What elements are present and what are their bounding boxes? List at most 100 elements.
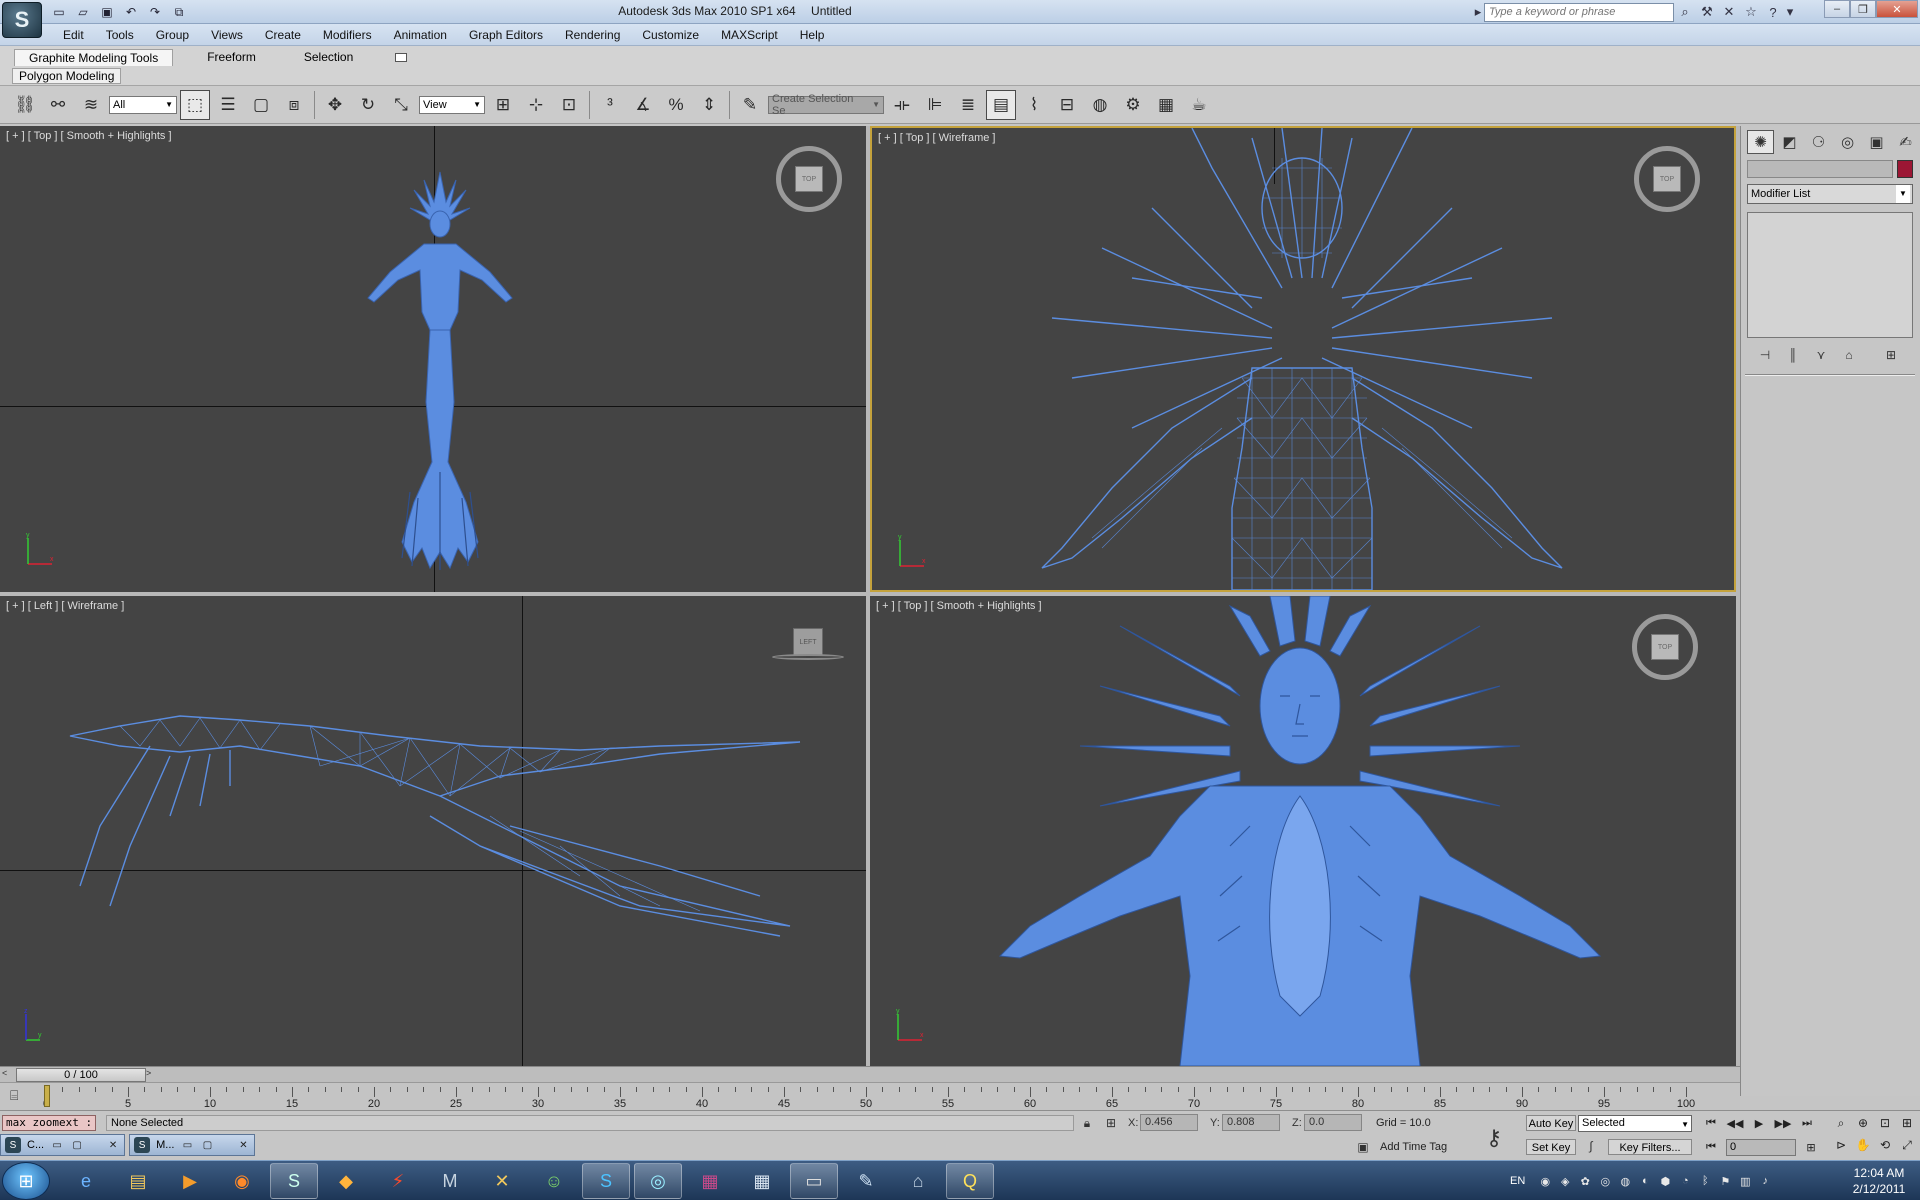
zoom-icon[interactable]: ⌕	[1830, 1115, 1852, 1131]
tab-selection[interactable]: Selection	[290, 49, 367, 65]
play-icon[interactable]: ▶	[1748, 1115, 1770, 1131]
time-tag-icon[interactable]: ▣	[1354, 1139, 1372, 1155]
select-and-manipulate-icon[interactable]: ⊹	[521, 90, 551, 120]
time-slider-thumb[interactable]: 0 / 100	[16, 1068, 146, 1082]
hierarchy-panel-icon[interactable]: ⚆	[1805, 130, 1832, 154]
menu-create[interactable]: Create	[254, 27, 312, 43]
communication-icon[interactable]: ✕	[1718, 2, 1740, 22]
absolute-mode-icon[interactable]: ⊞	[1102, 1115, 1120, 1131]
z-coordinate-field[interactable]: 0.0	[1304, 1114, 1362, 1131]
viewcube[interactable]: TOP	[1632, 614, 1698, 680]
reference-coordinate-dropdown[interactable]: View ▼	[419, 95, 485, 114]
selection-filter-dropdown[interactable]: All ▼	[109, 95, 177, 114]
bluetooth-icon[interactable]: ᛒ	[1697, 1173, 1713, 1189]
restore-icon[interactable]: ▭	[50, 1140, 64, 1151]
tray-app-icon[interactable]: ◎	[1597, 1173, 1613, 1189]
next-key-icon[interactable]: ▶▶	[1772, 1115, 1794, 1131]
viewcube-face-label[interactable]: TOP	[795, 166, 823, 192]
flag-icon[interactable]: ⚑	[1717, 1173, 1733, 1189]
restore-button[interactable]: ❐	[1850, 0, 1876, 18]
render-setup-icon[interactable]: ⚙	[1118, 90, 1148, 120]
zoom-all-icon[interactable]: ⊕	[1852, 1115, 1874, 1131]
selection-lock-icon[interactable]: 🔒︎	[1078, 1115, 1096, 1131]
mini-curve-editor-icon[interactable]: ⌸	[10, 1087, 32, 1105]
set-key-button[interactable]: Set Key	[1526, 1139, 1576, 1155]
menu-graph-editors[interactable]: Graph Editors	[458, 27, 554, 43]
media-player-icon[interactable]: ▶	[166, 1163, 214, 1199]
zoom-extents-all-icon[interactable]: ⊞	[1896, 1115, 1918, 1131]
next-frame-icon[interactable]: >	[146, 1068, 158, 1082]
rendered-frame-window-icon[interactable]: ▦	[1151, 90, 1181, 120]
tools-icon[interactable]: ⚒	[1696, 2, 1718, 22]
pin-stack-icon[interactable]: ⊣	[1755, 346, 1775, 364]
winrar-icon[interactable]: ▦	[686, 1163, 734, 1199]
infocenter-expand-icon[interactable]: ▸	[1472, 2, 1484, 22]
viewport-top-right[interactable]: [ + ] [ Top ] [ Wireframe ] TOP y x	[870, 126, 1736, 592]
add-time-tag-button[interactable]: Add Time Tag	[1380, 1141, 1447, 1153]
tray-app-icon[interactable]: ◍	[1617, 1173, 1633, 1189]
select-and-rotate-icon[interactable]: ↻	[353, 90, 383, 120]
viewport-label[interactable]: [ + ] [ Top ] [ Wireframe ]	[878, 132, 995, 144]
default-tangent-icon[interactable]: ∫	[1580, 1139, 1602, 1155]
mudbox-icon[interactable]: M	[426, 1163, 474, 1199]
snaps-toggle-icon[interactable]: ³	[595, 90, 625, 120]
key-filters-button[interactable]: Key Filters...	[1608, 1139, 1692, 1155]
viewport-top-left[interactable]: [ + ] [ Top ] [ Smooth + Highlights ] TO…	[0, 126, 866, 592]
quicktime-icon[interactable]: Q	[946, 1163, 994, 1199]
edit-named-selection-icon[interactable]: ✎	[735, 90, 765, 120]
help-dropdown-icon[interactable]: ▾	[1784, 2, 1796, 22]
close-icon[interactable]: ✕	[106, 1140, 120, 1151]
network-status-icon[interactable]: ▥	[1737, 1173, 1753, 1189]
skype-icon[interactable]: S	[582, 1163, 630, 1199]
orbit-icon[interactable]: ⟲	[1874, 1137, 1896, 1153]
select-object-icon[interactable]: ⬚	[180, 89, 210, 120]
material-editor-icon[interactable]: ◍	[1085, 90, 1115, 120]
rectangular-selection-icon[interactable]: ▢	[246, 90, 276, 120]
motion-panel-icon[interactable]: ◎	[1834, 130, 1861, 154]
schematic-view-icon[interactable]: ⊟	[1052, 90, 1082, 120]
modify-panel-icon[interactable]: ◩	[1776, 130, 1803, 154]
minimized-window[interactable]: S C... ▭ ▢ ✕	[0, 1134, 126, 1156]
current-frame-field[interactable]: 0	[1726, 1139, 1796, 1156]
remove-modifier-icon[interactable]: ⌂	[1839, 346, 1859, 364]
select-by-name-icon[interactable]: ☰	[213, 90, 243, 120]
graphite-toggle-icon[interactable]: ▤	[986, 89, 1016, 120]
menu-help[interactable]: Help	[789, 27, 836, 43]
viewport-label[interactable]: [ + ] [ Top ] [ Smooth + Highlights ]	[876, 600, 1042, 612]
display-panel-icon[interactable]: ▣	[1863, 130, 1890, 154]
3dsmax-icon[interactable]: S	[270, 1163, 318, 1199]
maximize-icon[interactable]: ▢	[200, 1140, 214, 1151]
flashget-icon[interactable]: ⚡	[374, 1163, 422, 1199]
menu-edit[interactable]: Edit	[52, 27, 95, 43]
search-input[interactable]	[1484, 2, 1674, 22]
percent-snap-icon[interactable]: %	[661, 90, 691, 120]
menu-maxscript[interactable]: MAXScript	[710, 27, 789, 43]
current-frame-marker[interactable]	[44, 1085, 50, 1107]
viewcube-face-label[interactable]: LEFT	[793, 628, 823, 656]
tray-app-icon[interactable]: ◈	[1557, 1173, 1573, 1189]
menu-customize[interactable]: Customize	[631, 27, 710, 43]
notepad-icon[interactable]: ✎	[842, 1163, 890, 1199]
pan-view-icon[interactable]: ✋	[1852, 1137, 1874, 1153]
curve-editor-icon[interactable]: ⌇	[1019, 90, 1049, 120]
viewcube-face-label[interactable]: TOP	[1653, 166, 1681, 192]
messenger-icon[interactable]: ☺	[530, 1163, 578, 1199]
tray-app-icon[interactable]: ◐	[1637, 1173, 1653, 1189]
track-ruler[interactable]: 0510152025303540455055606570758085909510…	[43, 1083, 1695, 1111]
y-coordinate-field[interactable]: 0.808	[1222, 1114, 1280, 1131]
align-icon[interactable]: ⊫	[920, 90, 950, 120]
select-and-link-icon[interactable]: ⛓	[10, 90, 40, 120]
modifier-list-dropdown[interactable]: Modifier List ▼	[1747, 184, 1913, 204]
show-end-result-icon[interactable]: ║	[1783, 346, 1803, 364]
menu-tools[interactable]: Tools	[95, 27, 145, 43]
start-button[interactable]: ⊞	[2, 1162, 50, 1200]
restore-icon[interactable]: ▭	[180, 1140, 194, 1151]
3dsmax-design-icon[interactable]: ◎	[634, 1163, 682, 1199]
minimize-button[interactable]: –	[1824, 0, 1850, 18]
menu-rendering[interactable]: Rendering	[554, 27, 631, 43]
app-logo-icon[interactable]: S	[2, 2, 42, 38]
x-coordinate-field[interactable]: 0.456	[1140, 1114, 1198, 1131]
viewcube-face-label[interactable]: TOP	[1651, 634, 1679, 660]
taskbar-clock[interactable]: 12:04 AM 2/12/2011	[1842, 1165, 1916, 1197]
viewport-bottom-left[interactable]: [ + ] [ Left ] [ Wireframe ] LEFT zy	[0, 596, 866, 1066]
